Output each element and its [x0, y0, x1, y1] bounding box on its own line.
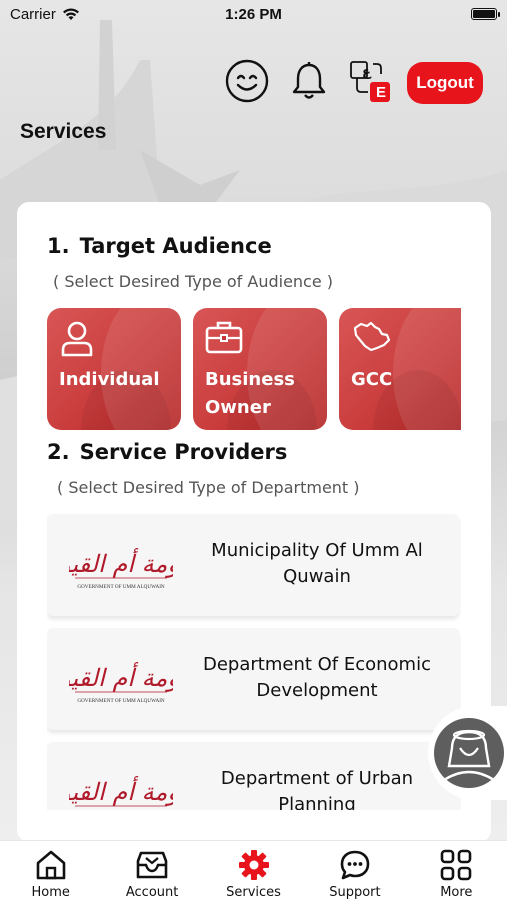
status-bar: Carrier 1:26 PM: [0, 0, 507, 28]
grid-icon: [440, 849, 472, 881]
language-arabic-glyph: ع: [362, 65, 371, 80]
tile-label: Business Owner: [205, 369, 295, 418]
wifi-icon: [62, 8, 79, 20]
header-actions: ع E: [224, 58, 394, 104]
language-badge: E: [376, 84, 387, 101]
nav-label: Home: [31, 885, 70, 900]
nav-label: Services: [226, 885, 281, 900]
provider-item-economic-development[interactable]: حكومة أم القيوين GOVERNMENT OF UMM ALQUW…: [47, 628, 459, 730]
tile-label: GCC: [351, 369, 393, 390]
carrier-label: Carrier: [10, 5, 56, 23]
battery-icon: [471, 8, 500, 20]
inbox-icon: [136, 849, 168, 881]
nav-label: Account: [125, 885, 179, 900]
section-number: 1.: [47, 234, 70, 258]
svg-text:GOVERNMENT OF UMM ALQUWAIN: GOVERNMENT OF UMM ALQUWAIN: [77, 584, 165, 590]
audience-tiles: Individual Business Owner GCC: [47, 308, 461, 430]
person-icon: [61, 321, 93, 357]
svg-text:حكومة أم القيوين: حكومة أم القيوين: [69, 776, 173, 806]
chat-icon: [339, 849, 371, 881]
svg-text:حكومة أم القيوين: حكومة أم القيوين: [69, 662, 173, 692]
audience-tile-individual[interactable]: Individual: [47, 308, 181, 430]
nav-item-support[interactable]: Support: [304, 841, 405, 900]
nav-item-more[interactable]: More: [406, 841, 507, 900]
umm-al-quwain-government-logo: حكومة أم القيوين GOVERNMENT OF UMM ALQUW…: [47, 766, 208, 810]
section-number: 2.: [47, 440, 70, 464]
provider-name: Department of Urban Planning: [220, 768, 414, 810]
nav-item-account[interactable]: Account: [101, 841, 202, 900]
page-title: Services: [20, 120, 107, 143]
section-title: Target Audience: [79, 234, 272, 258]
gear-icon: [238, 849, 270, 881]
provider-list: حكومة أم القيوين GOVERNMENT OF UMM ALQUW…: [47, 514, 461, 810]
section-title: Service Providers: [79, 440, 288, 464]
feedback-smiley-icon[interactable]: [224, 58, 270, 104]
logout-button[interactable]: Logout: [407, 62, 483, 104]
umm-al-quwain-government-logo: حكومة أم القيوين GOVERNMENT OF UMM ALQUW…: [47, 652, 208, 708]
home-icon: [35, 849, 67, 881]
provider-name: Municipality Of Umm Al Quwain: [211, 540, 423, 587]
bottom-navigation: Home Account Services Support More: [0, 840, 507, 900]
briefcase-icon: [205, 321, 243, 354]
service-providers-subtitle: ( Select Desired Type of Department ): [57, 478, 360, 497]
service-providers-heading: 2. Service Providers: [47, 440, 287, 464]
provider-item-urban-planning[interactable]: حكومة أم القيوين GOVERNMENT OF UMM ALQUW…: [47, 742, 459, 810]
audience-tile-gcc[interactable]: GCC: [339, 308, 461, 430]
nav-label: Support: [329, 885, 381, 900]
svg-text:GOVERNMENT OF UMM ALQUWAIN: GOVERNMENT OF UMM ALQUWAIN: [77, 698, 165, 704]
provider-name: Department Of Economic Development: [202, 654, 431, 701]
gcc-map-icon: [353, 321, 391, 352]
assistant-avatar-icon: [434, 718, 504, 788]
target-audience-heading: 1. Target Audience: [47, 234, 272, 258]
nav-item-services[interactable]: Services: [203, 841, 304, 900]
nav-label: More: [440, 885, 473, 900]
svg-text:حكومة أم القيوين: حكومة أم القيوين: [69, 548, 173, 578]
tile-label: Individual: [59, 369, 160, 390]
audience-tile-business-owner[interactable]: Business Owner: [193, 308, 327, 430]
services-card: 1. Target Audience ( Select Desired Type …: [17, 202, 491, 842]
language-switch-icon[interactable]: ع E: [348, 58, 394, 104]
target-audience-subtitle: ( Select Desired Type of Audience ): [53, 272, 334, 291]
provider-item-municipality[interactable]: حكومة أم القيوين GOVERNMENT OF UMM ALQUW…: [47, 514, 459, 616]
umm-al-quwain-government-logo: حكومة أم القيوين GOVERNMENT OF UMM ALQUW…: [47, 538, 208, 594]
notification-bell-icon[interactable]: [286, 58, 332, 104]
nav-item-home[interactable]: Home: [0, 841, 101, 900]
